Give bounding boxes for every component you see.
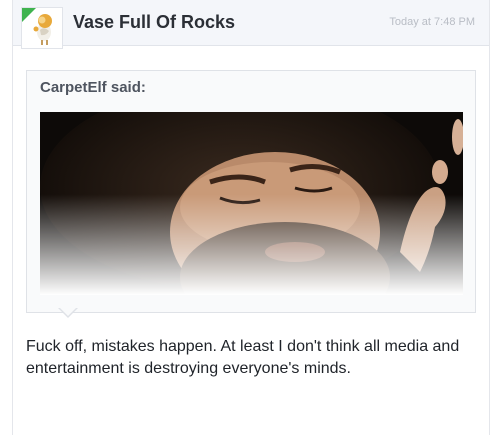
post-message: Fuck off, mistakes happen. At least I do… bbox=[26, 338, 460, 377]
quote-gif[interactable] bbox=[40, 112, 463, 295]
reaction-gif-thumbnail-icon bbox=[40, 112, 463, 295]
cartoon-character-avatar-icon bbox=[22, 8, 52, 45]
post-header: Vase Full Of Rocks Today at 7:48 PM bbox=[13, 0, 489, 49]
quote-block: CarpetElf said: bbox=[26, 70, 476, 313]
post-timestamp[interactable]: Today at 7:48 PM bbox=[389, 16, 475, 28]
quote-pointer-fill bbox=[59, 307, 77, 316]
forum-post: Vase Full Of Rocks Today at 7:48 PM Carp… bbox=[12, 0, 490, 435]
quote-author-link[interactable]: CarpetElf said: bbox=[40, 79, 146, 96]
user-avatar[interactable] bbox=[21, 7, 63, 49]
post-author-name[interactable]: Vase Full Of Rocks bbox=[73, 12, 235, 33]
online-indicator-icon bbox=[22, 8, 36, 22]
